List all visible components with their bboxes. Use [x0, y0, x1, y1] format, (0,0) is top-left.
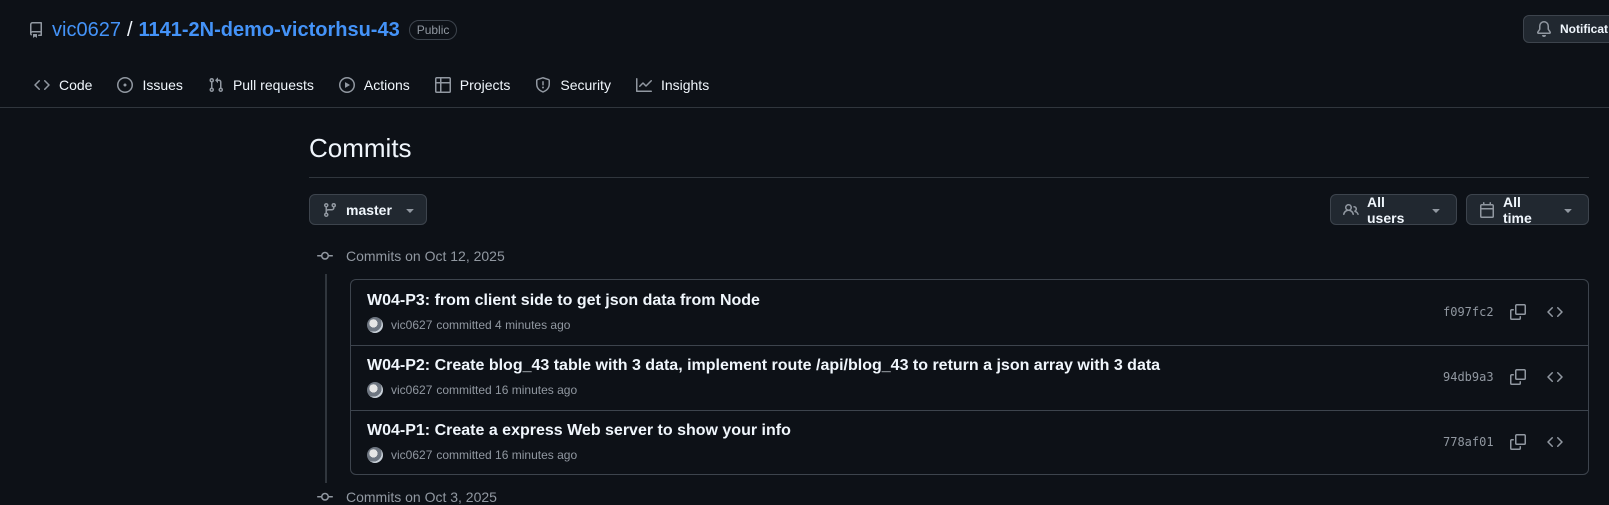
bell-icon [1536, 21, 1551, 37]
copy-sha-button[interactable] [1504, 365, 1532, 389]
commit-message-link[interactable]: W04-P2: Create blog_43 table with 3 data… [367, 357, 1160, 375]
code-icon [1547, 307, 1563, 317]
browse-repo-button[interactable] [1541, 300, 1569, 324]
commit-time: committed 16 minutes ago [436, 448, 578, 462]
commit-time: committed 4 minutes ago [436, 318, 571, 332]
commit-message-link[interactable]: W04-P1: Create a express Web server to s… [367, 422, 791, 440]
branch-selector-button[interactable]: master [309, 194, 427, 225]
tab-insights-label: Insights [660, 77, 710, 93]
tab-projects-label: Projects [459, 77, 511, 93]
play-icon [338, 77, 355, 93]
browse-repo-button[interactable] [1541, 365, 1569, 389]
commit-meta: vic0627 committed 4 minutes ago [367, 317, 570, 333]
avatar[interactable] [367, 447, 383, 463]
commit-row: W04-P3: from client side to get json dat… [351, 280, 1588, 345]
visibility-badge: Public [408, 20, 458, 40]
commit-meta: vic0627 committed 16 minutes ago [367, 447, 577, 463]
tab-issues-label: Issues [142, 77, 183, 93]
repo-header: vic0627 / 1141-2N-demo-victorhsu-43 Publ… [0, 0, 1609, 108]
tab-actions-label: Actions [363, 77, 410, 93]
calendar-icon [1480, 201, 1494, 218]
branch-label: master [346, 201, 392, 218]
tab-pull-requests[interactable]: Pull requests [208, 77, 314, 93]
tab-security[interactable]: Security [535, 77, 611, 93]
git-commit-icon [317, 251, 333, 260]
triangle-down-icon [1564, 208, 1572, 213]
avatar[interactable] [367, 382, 383, 398]
notifications-button[interactable]: Notificat [1523, 15, 1609, 43]
tab-projects[interactable]: Projects [434, 77, 511, 93]
commit-group-date: Commits on Oct 12, 2025 [346, 248, 505, 264]
title-divider [309, 177, 1589, 178]
tab-actions[interactable]: Actions [338, 77, 410, 93]
shield-icon [536, 77, 551, 93]
timeline-line [325, 274, 327, 483]
commit-author-link[interactable]: vic0627 [391, 448, 432, 462]
issue-opened-icon [117, 77, 134, 93]
repo-nav-tabs: Code Issues Pull requests Actions Projec… [34, 70, 734, 100]
tab-code-label: Code [59, 77, 93, 93]
repo-icon [28, 22, 44, 38]
users-filter-button[interactable]: All users [1330, 193, 1457, 226]
tab-security-label: Security [560, 77, 611, 93]
repo-breadcrumb: vic0627 / 1141-2N-demo-victorhsu-43 Publ… [28, 17, 458, 43]
git-branch-icon [323, 202, 336, 217]
copy-icon [1510, 369, 1526, 385]
commit-sha-link[interactable]: 778af01 [1443, 435, 1494, 449]
page-title: Commits [309, 133, 412, 163]
code-icon [34, 80, 50, 90]
commit-group-header: Commits on Oct 3, 2025 [316, 489, 497, 505]
code-icon [1547, 372, 1563, 382]
commit-row: W04-P1: Create a express Web server to s… [351, 410, 1588, 475]
copy-sha-button[interactable] [1504, 300, 1532, 324]
avatar[interactable] [367, 317, 383, 333]
copy-sha-button[interactable] [1504, 430, 1532, 454]
tab-insights[interactable]: Insights [635, 77, 710, 93]
commit-time: committed 16 minutes ago [436, 383, 578, 397]
commit-list: W04-P3: from client side to get json dat… [350, 279, 1589, 475]
copy-icon [1510, 434, 1526, 450]
copy-icon [1510, 304, 1526, 320]
breadcrumb-separator: / [126, 18, 133, 41]
commit-meta: vic0627 committed 16 minutes ago [367, 382, 577, 398]
people-icon [1343, 203, 1359, 215]
git-pull-request-icon [209, 77, 223, 93]
commit-sha-link[interactable]: f097fc2 [1443, 305, 1494, 319]
commit-author-link[interactable]: vic0627 [391, 383, 432, 397]
repo-name-link[interactable]: 1141-2N-demo-victorhsu-43 [139, 19, 400, 42]
commit-group-date: Commits on Oct 3, 2025 [346, 489, 497, 505]
tab-issues[interactable]: Issues [117, 77, 183, 93]
graph-icon [635, 78, 652, 92]
triangle-down-icon [1432, 208, 1440, 213]
commit-row: W04-P2: Create blog_43 table with 3 data… [351, 345, 1588, 410]
table-icon [434, 77, 451, 93]
triangle-down-icon [406, 208, 414, 213]
time-filter-label: All time [1503, 193, 1532, 226]
browse-repo-button[interactable] [1541, 430, 1569, 454]
tab-code[interactable]: Code [34, 77, 92, 93]
commit-message-link[interactable]: W04-P3: from client side to get json dat… [367, 292, 760, 310]
repo-owner-link[interactable]: vic0627 [52, 19, 121, 42]
notifications-label: Notificat [1560, 22, 1608, 36]
commit-sha-link[interactable]: 94db9a3 [1443, 370, 1494, 384]
tab-pull-requests-label: Pull requests [232, 77, 314, 93]
commit-group-header: Commits on Oct 12, 2025 [316, 248, 505, 264]
commit-author-link[interactable]: vic0627 [391, 318, 432, 332]
users-filter-label: All users [1367, 193, 1405, 226]
time-filter-button[interactable]: All time [1466, 193, 1589, 226]
git-commit-icon [317, 492, 333, 501]
code-icon [1547, 437, 1563, 447]
